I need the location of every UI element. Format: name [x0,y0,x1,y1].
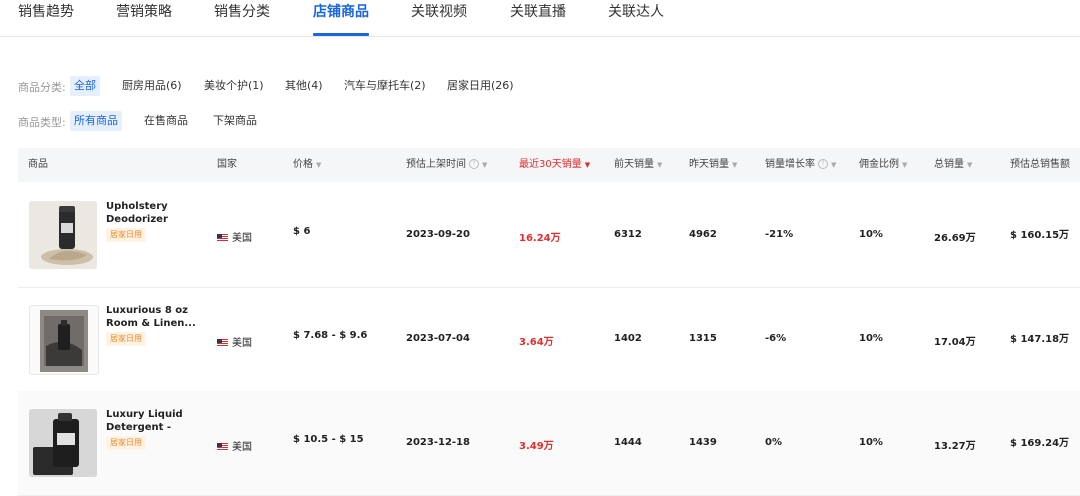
info-icon: ? [818,159,828,169]
category-auto-moto[interactable]: 汽车与摩托车(2) [340,76,430,96]
tab-marketing-strategy[interactable]: 营销策略 [116,2,172,36]
price-cell: $ 7.68 - $ 9.6 [293,330,368,341]
growth-cell: -6% [765,333,787,344]
sales-yesterday-cell: 1315 [689,333,717,344]
table-row[interactable]: Luxurious 8 oz Room & Linen... 居家日用 美国 $… [18,287,1080,392]
total-sales-cell: 26.69万 [934,233,976,244]
category-beauty[interactable]: 美妆个护(1) [200,76,268,96]
revenue-cell: $ 160.15万 [1010,230,1070,241]
category-household[interactable]: 居家日用(26) [443,76,518,96]
sort-icon: ▼ [831,161,837,169]
col-revenue[interactable]: 预估总销售额 [1010,148,1070,182]
sales-30d-cell: 3.64万 [519,337,554,348]
col-sales-30d[interactable]: 最近30天销量 ▼ [519,148,590,182]
product-name[interactable]: Upholstery Deodorizer (16... [106,200,198,226]
launch-cell: 2023-12-18 [406,437,470,448]
tab-related-live[interactable]: 关联直播 [510,2,566,36]
revenue-cell: $ 169.24万 [1010,438,1070,449]
tab-related-videos[interactable]: 关联视频 [411,2,467,36]
type-off-shelf[interactable]: 下架商品 [209,111,261,131]
type-all[interactable]: 所有商品 [70,111,122,131]
country-cell: 美国 [217,438,252,453]
table-row[interactable]: Upholstery Deodorizer (16... 居家日用 美国 $ 6… [18,183,1080,288]
sort-icon: ▼ [732,161,738,169]
sort-icon: ▼ [967,161,973,169]
col-country: 国家 [217,159,237,170]
sales-yesterday-cell: 4962 [689,229,717,240]
sales-before-yesterday-cell: 1444 [614,437,642,448]
us-flag-icon [217,339,228,347]
product-name[interactable]: Luxury Liquid Detergent - 32o... [106,408,198,434]
commission-cell: 10% [859,229,883,240]
category-other[interactable]: 其他(4) [281,76,327,96]
sort-icon: ▼ [584,161,591,169]
commission-cell: 10% [859,437,883,448]
launch-cell: 2023-09-20 [406,229,470,240]
sort-icon: ▼ [657,161,663,169]
category-all[interactable]: 全部 [70,76,100,96]
category-tag: 居家日用 [106,436,146,450]
total-sales-cell: 17.04万 [934,337,976,348]
sales-yesterday-cell: 1439 [689,437,717,448]
col-sales-before-yesterday[interactable]: 前天销量 ▼ [614,148,662,182]
tab-bar: 销售趋势 营销策略 销售分类 店铺商品 关联视频 关联直播 关联达人 [0,0,1080,37]
col-sales-yesterday[interactable]: 昨天销量 ▼ [689,148,737,182]
category-tag: 居家日用 [106,228,146,242]
tab-related-creators[interactable]: 关联达人 [608,2,664,36]
sales-30d-cell: 16.24万 [519,233,561,244]
total-sales-cell: 13.27万 [934,441,976,452]
sort-icon: ▼ [482,161,488,169]
commission-cell: 10% [859,333,883,344]
sales-before-yesterday-cell: 1402 [614,333,642,344]
tab-sales-category[interactable]: 销售分类 [214,2,270,36]
launch-cell: 2023-07-04 [406,333,470,344]
info-icon: ? [469,159,479,169]
price-cell: $ 6 [293,226,311,237]
revenue-cell: $ 147.18万 [1010,334,1070,345]
sort-icon: ▼ [316,161,322,169]
col-growth[interactable]: 销量增长率? ▼ [765,148,836,182]
product-image[interactable] [29,201,97,269]
country-cell: 美国 [217,334,252,349]
us-flag-icon [217,443,228,451]
category-kitchen[interactable]: 厨房用品(6) [118,76,186,96]
table-header: 商品 国家 价格 ▼ 预估上架时间? ▼ 最近30天销量 ▼ 前天销量 ▼ 昨天销量 ▼ … [18,148,1080,182]
col-commission[interactable]: 佣金比例 ▼ [859,148,907,182]
sales-before-yesterday-cell: 6312 [614,229,642,240]
tab-sales-trend[interactable]: 销售趋势 [18,2,74,36]
growth-cell: -21% [765,229,794,240]
sales-30d-cell: 3.49万 [519,441,554,452]
col-product: 商品 [28,159,48,170]
table-row[interactable]: Luxury Liquid Detergent - 32o... 居家日用 美国… [18,391,1080,496]
country-cell: 美国 [217,229,252,244]
type-filter-label: 商品类型: [18,116,66,129]
category-filter-label: 商品分类: [18,81,66,94]
tab-shop-products[interactable]: 店铺商品 [313,2,369,36]
product-image[interactable] [29,409,97,477]
type-on-sale[interactable]: 在售商品 [140,111,192,131]
growth-cell: 0% [765,437,782,448]
col-price[interactable]: 价格 ▼ [293,148,321,182]
price-cell: $ 10.5 - $ 15 [293,434,364,445]
product-image[interactable] [29,305,99,375]
sort-icon: ▼ [902,161,908,169]
col-total-sales[interactable]: 总销量 ▼ [934,148,972,182]
col-launch[interactable]: 预估上架时间? ▼ [406,148,487,182]
category-tag: 居家日用 [106,332,146,346]
us-flag-icon [217,234,228,242]
